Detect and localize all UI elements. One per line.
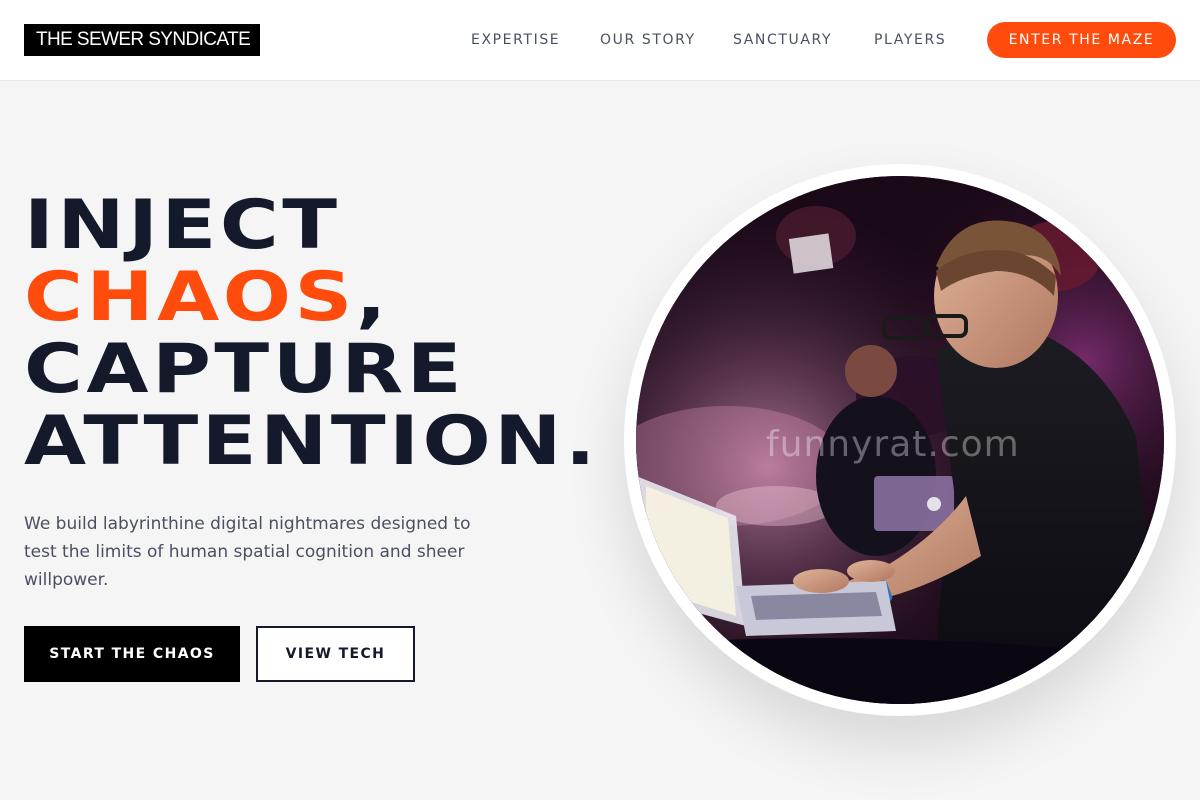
headline-comma: , — [355, 258, 390, 337]
headline-line-4: ATTENTION. — [24, 402, 599, 481]
hero-description: We build labyrinthine digital nightmares… — [24, 514, 471, 590]
hero-photo: funnyrat.com — [636, 176, 1164, 704]
nav-link-players[interactable]: PLAYERS — [874, 30, 946, 50]
photo-watermark: funnyrat.com — [766, 424, 1020, 465]
hero-headline: INJECT CHAOS, CAPTURE ATTENTION. — [24, 190, 599, 478]
enter-the-maze-button[interactable]: ENTER THE MAZE — [987, 22, 1176, 58]
nav-link-expertise[interactable]: EXPERTISE — [471, 30, 560, 50]
headline-line-2: CHAOS, — [24, 262, 599, 334]
headline-line-3: CAPTURE — [24, 330, 466, 409]
start-the-chaos-button[interactable]: START THE CHAOS — [24, 626, 240, 682]
view-tech-button[interactable]: VIEW TECH — [256, 626, 415, 682]
nav-link-sanctuary[interactable]: SANCTUARY — [733, 30, 832, 50]
site-header: THE SEWER SYNDICATE EXPERTISE OUR STORY … — [0, 0, 1200, 81]
hero-photo-frame: funnyrat.com — [624, 164, 1176, 716]
headline-line-1: INJECT — [24, 186, 341, 265]
headline-accent: CHAOS — [24, 258, 356, 337]
nav-link-our-story[interactable]: OUR STORY — [600, 30, 696, 50]
brand-logo[interactable]: THE SEWER SYNDICATE — [24, 24, 261, 56]
